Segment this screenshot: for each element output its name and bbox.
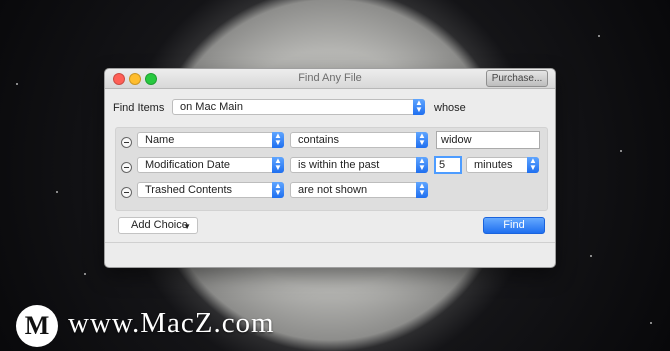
- criterion-unit-select[interactable]: minutes ▲ ▼: [466, 157, 539, 173]
- location-select[interactable]: on Mac Main ▲ ▼: [172, 99, 425, 115]
- chevron-down-icon: ▼: [183, 222, 191, 231]
- criterion-operator-select-name[interactable]: contains ▲ ▼: [290, 132, 428, 148]
- find-items-label: Find Items: [113, 102, 165, 114]
- criterion-field-select-trash[interactable]: Trashed Contents ▲ ▼: [137, 182, 284, 198]
- find-any-file-window: Find Any File Purchase... Find Items on …: [104, 68, 556, 268]
- dropdown-arrows-icon: ▲ ▼: [416, 182, 428, 198]
- window-titlebar: Find Any File Purchase...: [105, 69, 555, 89]
- whose-label: whose: [434, 102, 466, 114]
- star: [56, 191, 58, 193]
- dropdown-arrows-icon: ▲ ▼: [416, 157, 428, 173]
- dropdown-arrows-icon: ▲ ▼: [272, 132, 284, 148]
- criterion-field-select-date[interactable]: Modification Date ▲ ▼: [137, 157, 284, 173]
- criteria-panel: Name ▲ ▼ contains ▲ ▼ widow Modification D…: [115, 127, 548, 211]
- macz-watermark: M www.MacZ.com: [0, 297, 670, 351]
- location-value: on Mac Main: [180, 101, 243, 113]
- dropdown-arrows-icon: ▲ ▼: [272, 182, 284, 198]
- criterion-number-input[interactable]: 5: [434, 156, 462, 174]
- watermark-text: www.MacZ.com: [68, 307, 275, 339]
- criterion-unit-value: minutes: [474, 159, 513, 171]
- criterion-field-value: Trashed Contents: [145, 184, 233, 196]
- criterion-operator-select-trash[interactable]: are not shown ▲ ▼: [290, 182, 428, 198]
- star: [620, 150, 622, 152]
- star: [84, 273, 86, 275]
- dropdown-arrows-icon: ▲ ▼: [527, 157, 539, 173]
- criterion-operator-value: are not shown: [298, 184, 368, 196]
- criterion-field-select-name[interactable]: Name ▲ ▼: [137, 132, 284, 148]
- dropdown-arrows-icon: ▲ ▼: [416, 132, 428, 148]
- star: [590, 255, 592, 257]
- remove-criterion-icon[interactable]: [121, 137, 132, 148]
- add-choice-label: Add Choice: [131, 219, 188, 231]
- macz-logo-icon: M: [16, 305, 58, 347]
- remove-criterion-icon[interactable]: [121, 187, 132, 198]
- star: [16, 83, 18, 85]
- purchase-button[interactable]: Purchase...: [486, 70, 548, 87]
- add-choice-button[interactable]: Add Choice ▼: [118, 217, 198, 234]
- find-button[interactable]: Find: [483, 217, 545, 234]
- criterion-field-value: Name: [145, 134, 175, 146]
- remove-criterion-icon[interactable]: [121, 162, 132, 173]
- dropdown-arrows-icon: ▲ ▼: [413, 99, 425, 115]
- criterion-value-input-name[interactable]: widow: [436, 131, 540, 149]
- criterion-operator-value: is within the past: [298, 159, 380, 171]
- star: [598, 35, 600, 37]
- criterion-field-value: Modification Date: [145, 159, 230, 171]
- criterion-operator-select-date[interactable]: is within the past ▲ ▼: [290, 157, 428, 173]
- dropdown-arrows-icon: ▲ ▼: [272, 157, 284, 173]
- bottom-separator: [105, 242, 555, 243]
- criterion-operator-value: contains: [298, 134, 339, 146]
